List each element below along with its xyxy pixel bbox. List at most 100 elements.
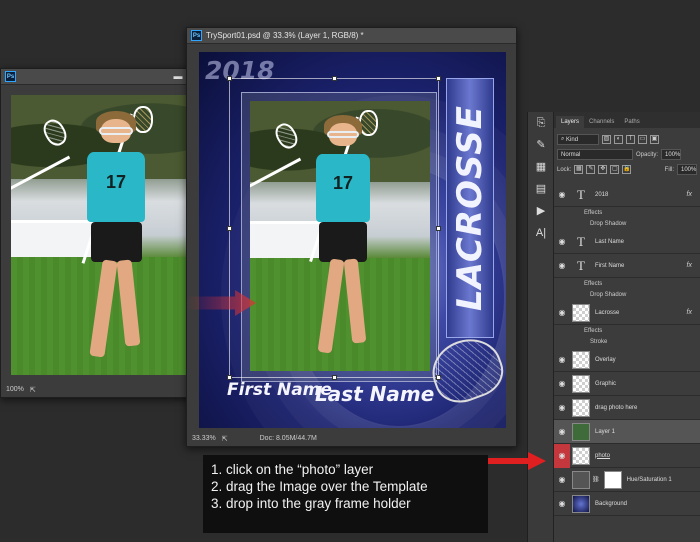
visibility-eye-icon[interactable]: ◉ [554, 443, 570, 468]
layer-row-layer-1[interactable]: ◉ Layer 1 [554, 420, 700, 444]
visibility-eye-icon[interactable]: ◉ [554, 403, 570, 412]
visibility-eye-icon[interactable]: ◉ [554, 308, 570, 317]
lacrosse-player-photo[interactable]: 17 [11, 95, 211, 375]
lock-all-icon[interactable]: 🔒 [622, 165, 632, 174]
visibility-eye-icon[interactable]: ◉ [554, 499, 570, 508]
lock-pixels-icon[interactable]: ▦ [574, 165, 584, 174]
zoom-level[interactable]: 33.33% [192, 435, 216, 442]
visibility-eye-icon[interactable]: ◉ [554, 261, 570, 270]
layer-row-drag-photo-here[interactable]: ◉ drag photo here [554, 396, 700, 420]
blend-row: Normal Opacity: 100% [554, 147, 700, 162]
fill-value: 100% [681, 166, 697, 173]
layer-row-last-name[interactable]: ◉ T Last Name [554, 230, 700, 254]
lock-artboard-icon[interactable]: ▢ [610, 165, 620, 174]
kind-filter-select[interactable]: ⌕ Kind [557, 134, 599, 145]
layer-thumbnail [572, 446, 590, 465]
tab-layers[interactable]: Layers [556, 116, 585, 128]
layer-row-graphic[interactable]: ◉ Graphic [554, 372, 700, 396]
lock-label: Lock: [557, 166, 572, 173]
template-window-statusbar: 33.33% ⇱ Doc: 8.05M/44.7M [187, 431, 516, 446]
layer-name: First Name [595, 262, 625, 269]
tab-channels[interactable]: Channels [584, 116, 619, 128]
opacity-input[interactable]: 100% [661, 149, 682, 160]
layer-row-background[interactable]: ◉ Background [554, 492, 700, 516]
panel-icon-strip: ⎘ ✎ ▦ ▤ ▶ A| [527, 112, 553, 542]
layers-panel: Layers Channels Paths ⌕ Kind ▨ ◐ T ▭ ▣ N… [553, 112, 700, 542]
export-icon[interactable]: ⇱ [222, 435, 228, 443]
blend-mode-select[interactable]: Normal [557, 149, 633, 160]
layer-effect-row[interactable]: Drop Shadow [554, 289, 700, 301]
play-icon[interactable]: ▶ [528, 200, 554, 222]
stick-head [133, 105, 154, 133]
adjustment-filter-icon[interactable]: ◐ [614, 135, 623, 144]
transform-handle[interactable] [227, 226, 232, 231]
layer-row-2018[interactable]: ◉ T 2018 fx [554, 183, 700, 207]
layer-thumbnail [572, 398, 590, 417]
transform-handle[interactable] [332, 375, 337, 380]
instructions-box: 1. click on the “photo” layer 2. drag th… [203, 455, 488, 533]
zoom-level[interactable]: 100% [6, 386, 24, 393]
effect-label: Stroke [590, 339, 608, 345]
type-filter-icon[interactable]: T [626, 135, 635, 144]
filter-row: ⌕ Kind ▨ ◐ T ▭ ▣ [554, 132, 700, 147]
smart-filter-icon[interactable]: ▣ [650, 135, 659, 144]
template-window-titlebar[interactable]: Ps TrySport01.psd @ 33.3% (Layer 1, RGB/… [187, 28, 516, 44]
layer-row-photo[interactable]: ◉ photo [554, 443, 700, 468]
fx-icon[interactable]: fx [687, 309, 692, 316]
transform-handle[interactable] [436, 226, 441, 231]
layer-effects-row[interactable]: Effects [554, 325, 700, 336]
lock-row: Lock: ▦ ✎ ✥ ▢ 🔒 Fill: 100% [554, 162, 700, 177]
layer-row-lacrosse[interactable]: ◉ Lacrosse fx [554, 301, 700, 325]
layer-mask-thumbnail [603, 470, 622, 489]
fx-icon[interactable]: fx [687, 191, 692, 198]
grid-icon[interactable]: ▦ [528, 156, 554, 178]
fill-label: Fill: [664, 166, 674, 173]
layer-name: Hue/Saturation 1 [626, 476, 672, 483]
layer-effects-row[interactable]: Effects [554, 278, 700, 289]
effect-label: Drop Shadow [590, 292, 627, 298]
character-icon[interactable]: A| [528, 222, 554, 244]
transform-handle[interactable] [332, 76, 337, 81]
layer-row-first-name[interactable]: ◉ T First Name fx [554, 254, 700, 278]
lock-move-icon[interactable]: ✥ [598, 165, 608, 174]
player-leg [116, 259, 141, 347]
visibility-eye-icon[interactable]: ◉ [554, 475, 570, 484]
transform-handle[interactable] [227, 76, 232, 81]
instruction-step-2: 2. drag the Image over the Template [211, 479, 428, 494]
export-icon[interactable]: ⇱ [30, 386, 36, 394]
pixel-filter-icon[interactable]: ▨ [602, 135, 611, 144]
swatches-icon[interactable]: ▤ [528, 178, 554, 200]
layer-effect-row[interactable]: Stroke [554, 336, 700, 348]
lacrosse-template-canvas[interactable]: 2018 17 LACROSSE First Name Last Name [199, 52, 506, 428]
template-document-window[interactable]: Ps TrySport01.psd @ 33.3% (Layer 1, RGB/… [186, 27, 517, 447]
fill-input[interactable]: 100% [677, 164, 697, 175]
layer-thumbnail [572, 303, 590, 322]
layer-thumbnail [572, 350, 590, 369]
blend-mode-value: Normal [561, 151, 581, 158]
layer-name: Graphic [595, 380, 617, 387]
transform-handle[interactable] [436, 76, 441, 81]
shape-filter-icon[interactable]: ▭ [638, 135, 647, 144]
layer-name: Last Name [595, 238, 625, 245]
visibility-eye-icon[interactable]: ◉ [554, 379, 570, 388]
layer-name: Overlay [595, 356, 616, 363]
opacity-label: Opacity: [636, 151, 659, 158]
tab-paths[interactable]: Paths [619, 116, 644, 128]
brush-icon[interactable]: ✎ [528, 134, 554, 156]
minimize-icon[interactable]: ▬ [172, 71, 184, 82]
visibility-eye-icon[interactable]: ◉ [554, 237, 570, 246]
player-goggles [99, 127, 133, 136]
visibility-eye-icon[interactable]: ◉ [554, 427, 570, 436]
visibility-eye-icon[interactable]: ◉ [554, 190, 570, 199]
effect-label: Drop Shadow [590, 221, 627, 227]
layer-effects-row[interactable]: Effects [554, 207, 700, 218]
layer-effect-row[interactable]: Drop Shadow [554, 218, 700, 230]
layer-row-overlay[interactable]: ◉ Overlay [554, 348, 700, 372]
layer-row-hue-saturation[interactable]: ◉ ⛓ Hue/Saturation 1 [554, 468, 700, 492]
lock-paint-icon[interactable]: ✎ [586, 165, 596, 174]
history-icon[interactable]: ⎘ [528, 112, 554, 134]
type-layer-icon: T [577, 257, 585, 273]
fx-icon[interactable]: fx [687, 262, 692, 269]
visibility-eye-icon[interactable]: ◉ [554, 355, 570, 364]
transform-selection-box[interactable] [227, 76, 441, 380]
